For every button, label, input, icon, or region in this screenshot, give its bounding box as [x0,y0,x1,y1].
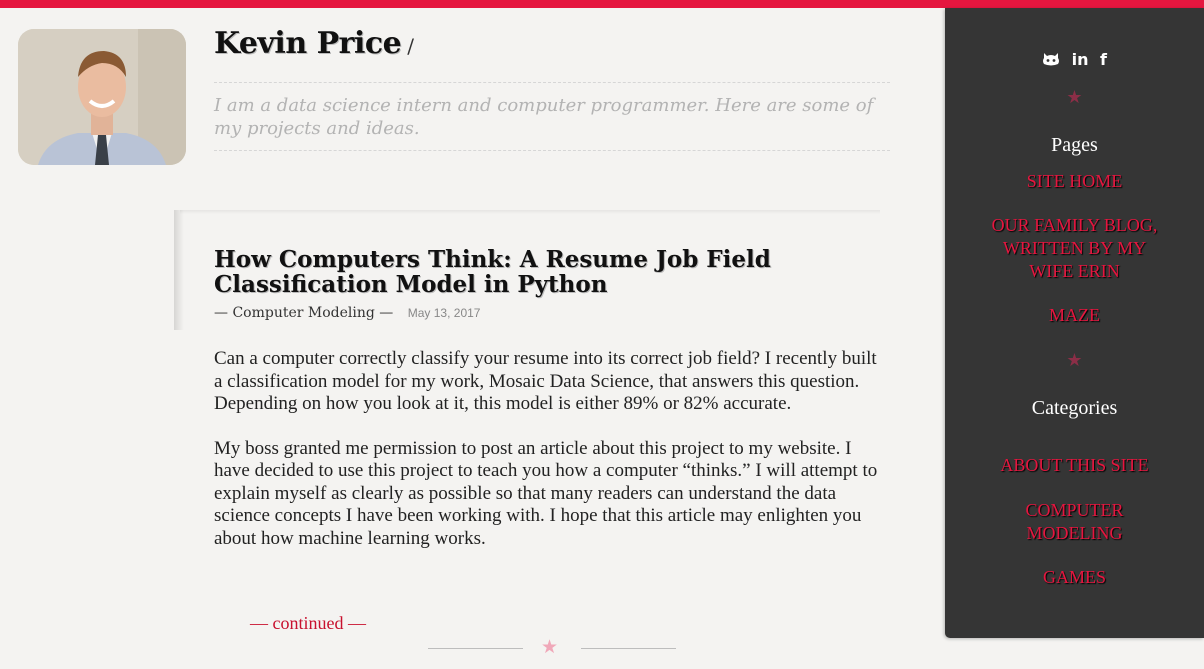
tagline-divider-bottom [214,150,890,151]
tagline-divider-top [214,82,890,83]
post-category-link[interactable]: — Computer Modeling — [214,305,393,321]
site-tagline: I am a data science intern and computer … [214,95,874,139]
top-accent-bar [0,0,1204,8]
sidebar-link-games[interactable]: GAMES [985,566,1164,589]
post-meta: — Computer Modeling — May 13, 2017 [214,305,480,321]
post-title[interactable]: How Computers Think: A Resume Job Field … [214,247,874,297]
post-paper-edge [180,210,880,214]
linkedin-icon[interactable]: in [1072,50,1089,69]
post-paper-shadow [174,210,184,330]
post-paragraph: Can a computer correctly classify your r… [214,348,877,414]
title-slash: / [407,34,414,58]
post-date: May 13, 2017 [407,306,481,320]
site-title: Kevin Price / [214,26,414,61]
sidebar-link-about-this-site[interactable]: ABOUT THIS SITE [985,454,1164,477]
post-paragraph: My boss granted me permission to post an… [214,437,878,549]
sidebar: in f ★ Pages SITE HOME OUR FAMILY BLOG, … [945,8,1204,638]
sidebar-link-family-blog[interactable]: OUR FAMILY BLOG, WRITTEN BY MY WIFE ERIN [985,214,1164,283]
sidebar-link-maze[interactable]: MAZE [985,304,1164,327]
sidebar-link-site-home[interactable]: SITE HOME [985,170,1164,193]
social-links: in f [945,50,1204,69]
pages-heading: Pages [1051,134,1098,156]
avatar [18,29,186,165]
separator-line [428,648,523,649]
post-excerpt: Can a computer correctly classify your r… [214,348,884,572]
star-icon: ★ [1066,87,1083,108]
categories-heading: Categories [1031,397,1118,419]
separator-line [581,648,676,649]
github-icon[interactable] [1042,50,1066,69]
continued-link[interactable]: — continued — [250,613,366,634]
sidebar-link-computer-modeling[interactable]: COMPUTER MODELING [985,499,1164,545]
star-icon: ★ [541,636,559,658]
star-icon: ★ [1066,350,1083,371]
facebook-icon[interactable]: f [1100,50,1107,69]
site-name: Kevin Price [214,26,402,61]
